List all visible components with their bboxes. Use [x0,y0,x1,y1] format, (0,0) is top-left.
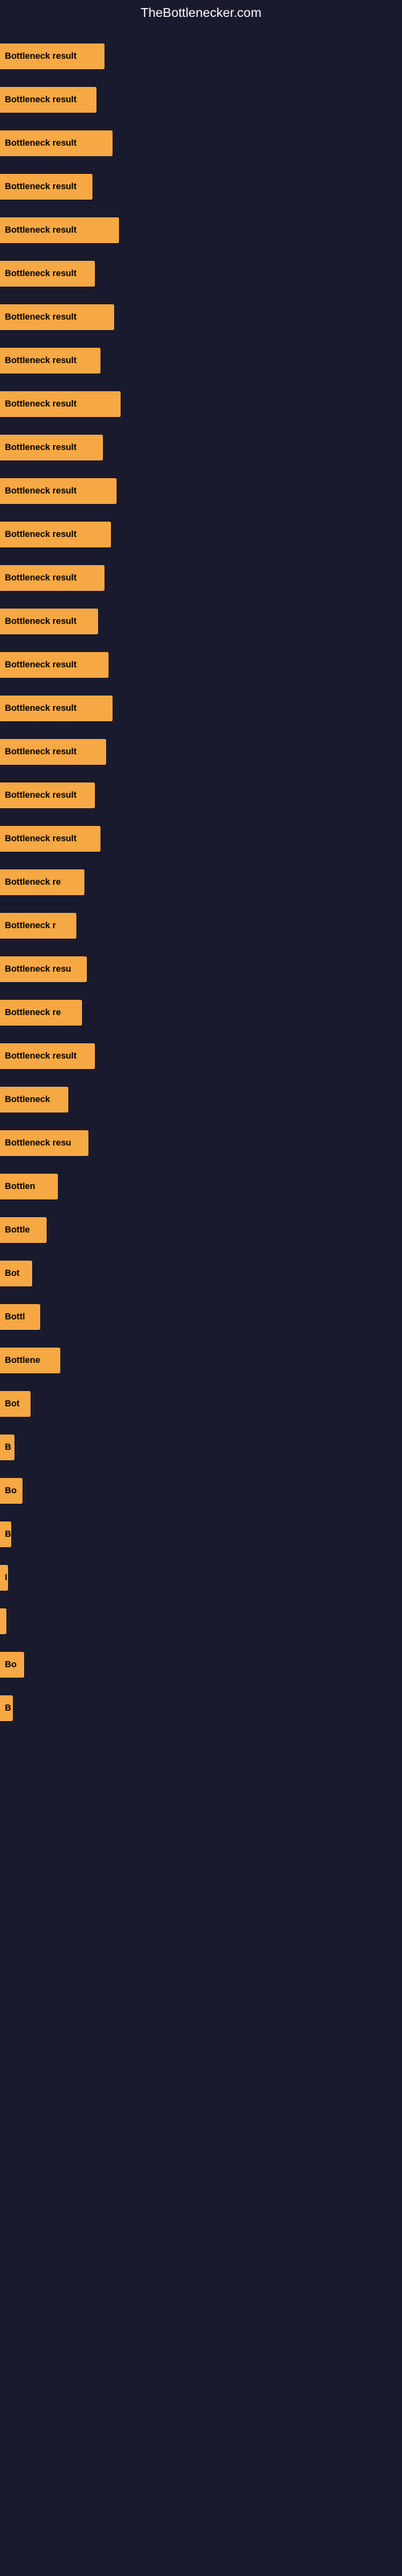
result-bar: Bottlene [0,1348,60,1373]
bar-row: Bottleneck result [0,774,402,816]
bar-row: Bottleneck result [0,470,402,512]
bar-row: Bottlen [0,1166,402,1208]
bar-row: Bottleneck result [0,687,402,729]
result-bar: Bottleneck result [0,652,109,678]
result-bar: Bottleneck result [0,739,106,765]
result-bar: Bottleneck result [0,696,113,721]
bar-row: Bottleneck result [0,166,402,208]
result-bar: Bottleneck resu [0,1130,88,1156]
result-bar: Bottleneck result [0,261,95,287]
result-bar: Bottleneck result [0,1043,95,1069]
result-bar: Bottleneck result [0,217,119,243]
bar-row: Bot [0,1383,402,1425]
result-bar: Bottleneck result [0,391,121,417]
bar-row: Bot [0,1253,402,1294]
result-bar: Bo [0,1652,24,1678]
result-bar: Bottl [0,1304,40,1330]
bar-row: Bottleneck result [0,427,402,469]
result-bar: Bottleneck resu [0,956,87,982]
bar-row: Bottleneck r [0,905,402,947]
bar-row: B [0,1426,402,1468]
result-bar: B [0,1695,13,1721]
result-bar: Bottleneck result [0,43,105,69]
result-bar: Bottleneck result [0,782,95,808]
bar-row: Bottleneck result [0,253,402,295]
result-bar: Bottleneck result [0,478,117,504]
bar-row: Bottleneck result [0,35,402,77]
bar-row: Bottleneck [0,1079,402,1121]
bar-row: Bottleneck result [0,122,402,164]
result-bar: Bottleneck result [0,826,100,852]
bar-row: B [0,1687,402,1729]
result-bar: Bot [0,1261,32,1286]
bar-row: Bottleneck result [0,79,402,121]
bar-row: Bo [0,1644,402,1686]
result-bar: I [0,1565,8,1591]
result-bar: Bottleneck result [0,565,105,591]
result-bar: Bottleneck result [0,522,111,547]
bar-row: Bottlene [0,1340,402,1381]
bar-row: Bo [0,1470,402,1512]
bar-row: Bottleneck result [0,383,402,425]
bars-container: Bottleneck result Bottleneck result Bottle… [0,27,402,1739]
bar-row: Bottle [0,1209,402,1251]
bar-row: Bottleneck re [0,861,402,903]
bar-row: Bottleneck result [0,340,402,382]
result-bar: Bottleneck result [0,348,100,374]
bar-row: Bottleneck resu [0,948,402,990]
result-bar: Bottleneck result [0,609,98,634]
result-bar: Bottleneck [0,1087,68,1113]
site-title: TheBottlenecker.com [0,0,402,27]
bar-row [0,1600,402,1642]
result-bar: Bot [0,1391,31,1417]
result-bar: B [0,1435,14,1460]
result-bar: Bottlen [0,1174,58,1199]
result-bar: Bottle [0,1217,47,1243]
bar-row: Bottleneck result [0,818,402,860]
bar-row: Bottleneck resu [0,1122,402,1164]
bar-row: Bottleneck result [0,644,402,686]
result-bar: Bottleneck re [0,869,84,895]
result-bar: Bo [0,1478,23,1504]
result-bar: Bottleneck result [0,87,96,113]
bar-row: Bottleneck result [0,601,402,642]
bar-row: I [0,1557,402,1599]
result-bar: B [0,1521,11,1547]
bar-row: Bottleneck result [0,731,402,773]
bar-row: Bottl [0,1296,402,1338]
result-bar [0,1608,6,1634]
bar-row: B [0,1513,402,1555]
result-bar: Bottleneck result [0,304,114,330]
result-bar: Bottleneck re [0,1000,82,1026]
result-bar: Bottleneck result [0,174,92,200]
bar-row: Bottleneck result [0,1035,402,1077]
result-bar: Bottleneck result [0,130,113,156]
result-bar: Bottleneck result [0,435,103,460]
result-bar: Bottleneck r [0,913,76,939]
bar-row: Bottleneck result [0,296,402,338]
bar-row: Bottleneck result [0,514,402,555]
bar-row: Bottleneck re [0,992,402,1034]
bar-row: Bottleneck result [0,557,402,599]
bar-row: Bottleneck result [0,209,402,251]
